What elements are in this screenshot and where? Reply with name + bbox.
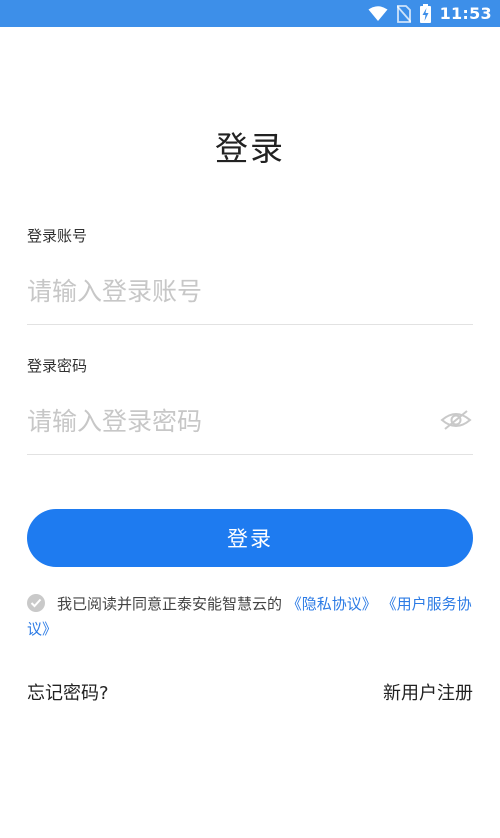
agreement-statement: 我已阅读并同意正泰安能智慧云的 [57,595,283,613]
status-bar: 11:53 [0,0,500,27]
page-title: 登录 [215,129,285,168]
privacy-link[interactable]: 《隐私协议》 [287,595,377,613]
account-divider [27,324,473,325]
password-label: 登录密码 [27,357,88,375]
account-input[interactable] [27,266,473,316]
account-label: 登录账号 [27,227,88,245]
no-sim-icon [396,4,411,23]
password-input[interactable] [27,396,427,446]
status-icons: 11:53 [368,0,492,27]
status-time: 11:53 [439,4,492,23]
password-divider [27,454,473,455]
login-button[interactable]: 登录 [27,509,473,567]
wifi-icon [368,5,388,22]
forgot-password-link[interactable]: 忘记密码? [27,679,109,705]
agreement-text: 我已阅读并同意正泰安能智慧云的 《隐私协议》 《用户服务协议》 [27,592,473,642]
battery-charging-icon [419,4,431,23]
register-link[interactable]: 新用户注册 [383,679,473,705]
eye-hidden-icon[interactable] [440,409,472,431]
